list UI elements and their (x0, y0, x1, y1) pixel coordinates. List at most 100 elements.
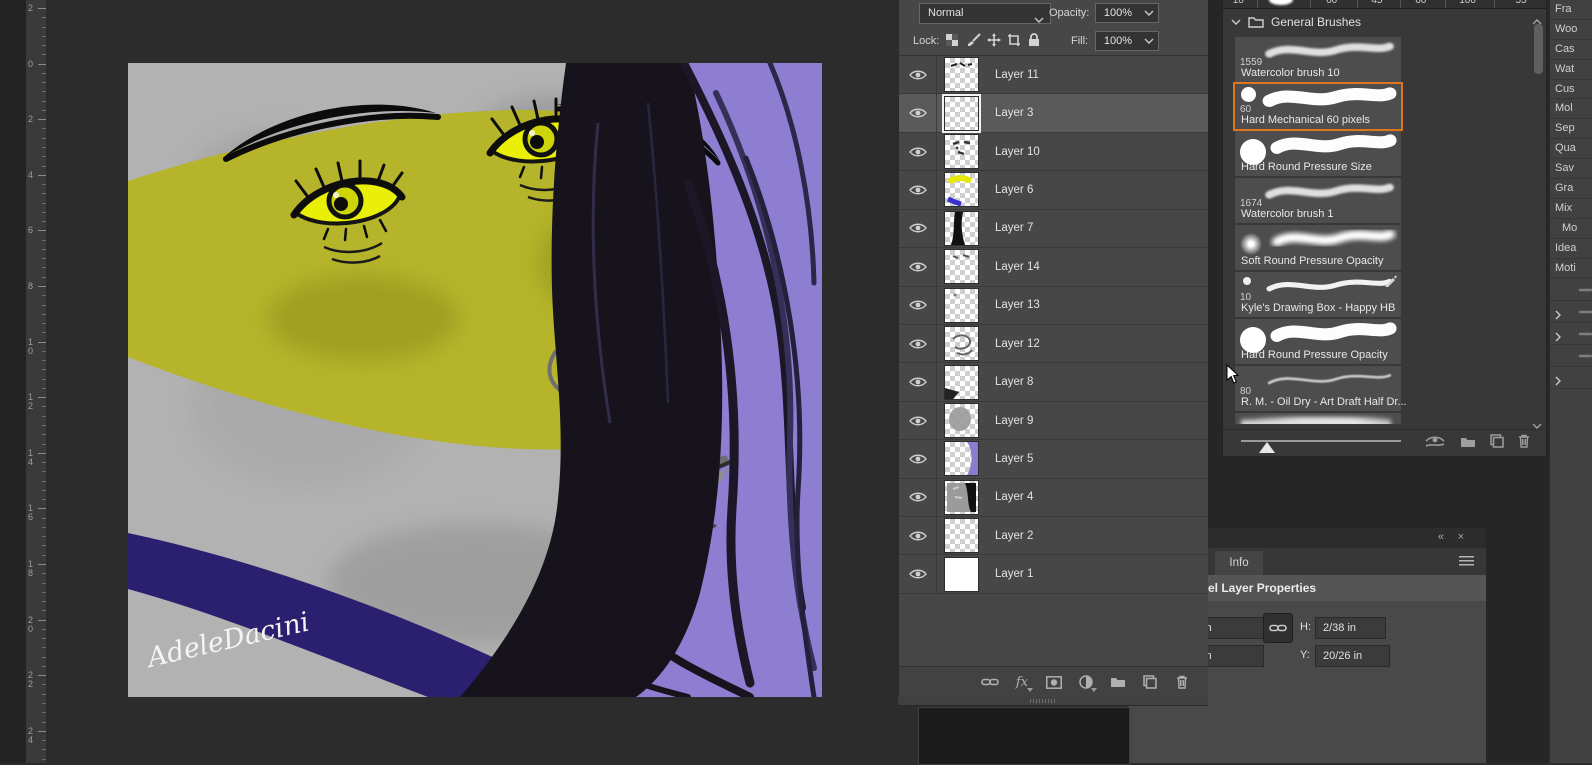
layer-name[interactable]: Layer 9 (985, 415, 1033, 427)
layer-visibility-toggle[interactable] (899, 94, 937, 131)
brush-preset[interactable]: 1559 Watercolor brush 10 (1235, 37, 1401, 82)
layer-name[interactable]: Layer 6 (985, 184, 1033, 196)
opacity-value[interactable]: 100% (1095, 3, 1141, 23)
dock-group-row[interactable] (1550, 367, 1592, 389)
layer-style-button[interactable]: fx (1012, 673, 1032, 691)
brush-preset[interactable]: 1674 Watercolor brush 1 (1235, 178, 1401, 223)
layer-visibility-toggle[interactable] (899, 56, 937, 93)
brush-size-cell[interactable]: 60 (1401, 0, 1446, 8)
layer-thumbnail[interactable] (944, 557, 979, 592)
layer-name[interactable]: Layer 7 (985, 222, 1033, 234)
layer-visibility-toggle[interactable] (899, 171, 937, 208)
dock-item[interactable]: Mol (1550, 99, 1592, 119)
dock-item[interactable]: Qua (1550, 139, 1592, 159)
tab-info[interactable]: Info (1215, 551, 1263, 575)
brush-preset[interactable]: Soft Round Pressure Opacity (1235, 225, 1401, 270)
y-field[interactable]: 20/26 in (1315, 645, 1390, 667)
layer-row[interactable]: Layer 9 (899, 402, 1208, 440)
layer-thumbnail[interactable] (944, 249, 979, 284)
brush-preset[interactable]: 80 R. M. - Oil Dry - Art Draft Half Dr..… (1235, 366, 1401, 411)
layer-thumbnail[interactable] (944, 480, 979, 515)
layer-thumbnail[interactable] (944, 518, 979, 553)
height-field[interactable]: 2/38 in (1315, 617, 1386, 639)
layer-visibility-toggle[interactable] (899, 248, 937, 285)
add-layer-mask-button[interactable] (1044, 673, 1064, 691)
panel-menu-icon[interactable] (1459, 556, 1474, 566)
dock-item[interactable]: Sav (1550, 159, 1592, 179)
brush-preset[interactable]: Hard Round Pressure Opacity (1235, 319, 1401, 364)
layer-visibility-toggle[interactable] (899, 402, 937, 439)
scroll-down-icon[interactable] (1532, 416, 1542, 434)
brush-preview-toggle[interactable] (1424, 434, 1446, 453)
layer-name[interactable]: Layer 4 (985, 491, 1033, 503)
dock-item[interactable]: Idea (1550, 239, 1592, 259)
new-brush-group-button[interactable] (1460, 435, 1476, 453)
layer-name[interactable]: Layer 1 (985, 568, 1033, 580)
layer-name[interactable]: Layer 8 (985, 376, 1033, 388)
dock-item[interactable]: Wat (1550, 60, 1592, 80)
layer-visibility-toggle[interactable] (899, 287, 937, 324)
layer-thumbnail[interactable] (944, 57, 979, 92)
layer-visibility-toggle[interactable] (899, 210, 937, 247)
brush-preset-partial[interactable] (1235, 413, 1401, 424)
collapse-panel-icon[interactable]: « (1438, 531, 1444, 543)
layer-name[interactable]: Layer 10 (985, 146, 1040, 158)
delete-brush-button[interactable] (1518, 434, 1530, 453)
layer-name[interactable]: Layer 12 (985, 338, 1040, 350)
brush-preset[interactable]: 10 Kyle's Drawing Box - Happy HB (1235, 272, 1401, 317)
dock-group-row[interactable] (1550, 323, 1592, 345)
layer-thumbnail[interactable] (944, 326, 979, 361)
delete-layer-button[interactable] (1172, 673, 1192, 691)
layer-thumbnail[interactable] (944, 134, 979, 169)
chevron-right-icon[interactable] (1555, 373, 1561, 391)
vertical-ruler[interactable]: 2024681 01 21 41 61 82 02 22 4 (26, 0, 47, 763)
layer-name[interactable]: Layer 5 (985, 453, 1033, 465)
layer-name[interactable]: Layer 14 (985, 261, 1040, 273)
layer-thumbnail[interactable] (944, 403, 979, 438)
layer-name[interactable]: Layer 3 (985, 107, 1033, 119)
new-group-button[interactable] (1108, 673, 1128, 691)
layer-row[interactable]: Layer 8 (899, 363, 1208, 401)
brush-folder-general-brushes[interactable]: General Brushes (1223, 9, 1546, 35)
lock-pixels-button[interactable] (965, 31, 982, 48)
layer-name[interactable]: Layer 13 (985, 299, 1040, 311)
layer-thumbnail[interactable] (944, 211, 979, 246)
brush-size-cell[interactable]: 45 (1358, 0, 1401, 8)
layer-thumbnail[interactable] (944, 365, 979, 400)
layer-visibility-toggle[interactable] (899, 363, 937, 400)
layer-row[interactable]: Layer 10 (899, 133, 1208, 171)
dock-item[interactable]: Cas (1550, 40, 1592, 60)
layer-row[interactable]: Layer 13 (899, 287, 1208, 325)
layer-row[interactable]: Layer 11 (899, 56, 1208, 94)
slider-handle[interactable] (1259, 442, 1275, 453)
brush-size-cell[interactable]: 100 (1446, 0, 1495, 8)
document-canvas[interactable]: AdeleDacini (128, 63, 822, 697)
dock-item[interactable]: Mix (1550, 199, 1592, 219)
adjustment-layer-button[interactable] (1076, 673, 1096, 691)
layer-row[interactable]: Layer 6 (899, 171, 1208, 209)
new-brush-button[interactable] (1490, 434, 1504, 453)
layer-thumbnail[interactable] (944, 172, 979, 207)
layer-row[interactable]: Layer 2 (899, 517, 1208, 555)
dock-item[interactable]: Mo (1550, 219, 1592, 239)
dock-item[interactable]: Moti (1550, 259, 1592, 279)
lock-position-button[interactable] (985, 31, 1002, 48)
layer-row[interactable]: Layer 14 (899, 248, 1208, 286)
brush-preset[interactable]: 60 Hard Mechanical 60 pixels (1235, 84, 1401, 129)
brush-size-cell[interactable]: 55 (1495, 0, 1546, 8)
panel-resize-bar[interactable] (898, 697, 1208, 706)
dock-item[interactable]: Gra (1550, 179, 1592, 199)
layer-name[interactable]: Layer 11 (985, 69, 1039, 81)
layer-row[interactable]: Layer 3 (899, 94, 1208, 132)
blend-mode-select[interactable]: Normal (919, 3, 1051, 24)
new-layer-button[interactable] (1140, 673, 1160, 691)
dock-group-row[interactable] (1550, 301, 1592, 323)
dock-item[interactable]: Fra (1550, 0, 1592, 20)
layer-visibility-toggle[interactable] (899, 517, 937, 554)
close-panel-icon[interactable]: × (1458, 531, 1464, 543)
link-dimensions-button[interactable] (1263, 613, 1293, 643)
brush-size-cell[interactable]: 10 (1223, 0, 1258, 8)
layer-row[interactable]: Layer 1 (899, 555, 1208, 593)
lock-artboard-button[interactable] (1005, 31, 1022, 48)
fill-dropdown[interactable] (1140, 31, 1159, 51)
